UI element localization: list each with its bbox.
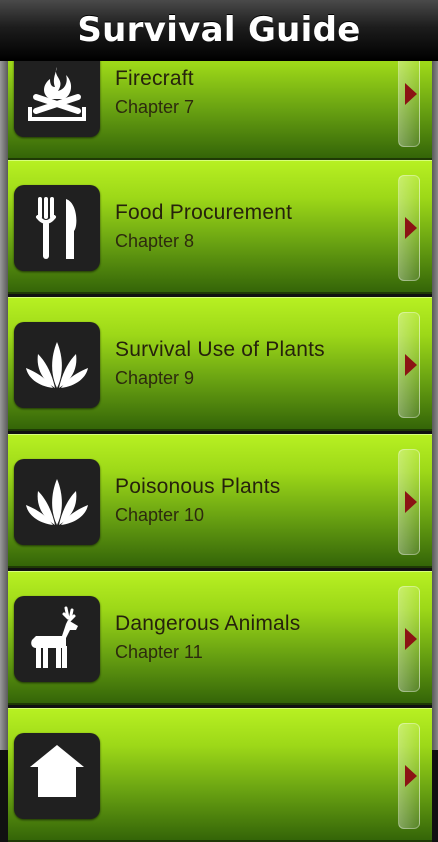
nav-bar: Survival Guide bbox=[0, 0, 438, 61]
chapter-number: Chapter 9 bbox=[115, 368, 195, 388]
plant-icon bbox=[14, 322, 100, 408]
chapter-title: Firecraft bbox=[115, 67, 194, 90]
house-icon bbox=[14, 733, 100, 819]
fork-knife-icon bbox=[14, 185, 100, 271]
chevron-right-icon bbox=[404, 83, 417, 105]
chapter-number: Chapter 8 bbox=[115, 231, 195, 251]
chapter-title: Food Procurement bbox=[115, 201, 293, 224]
disclosure-button[interactable] bbox=[398, 175, 420, 281]
disclosure-button[interactable] bbox=[398, 312, 420, 418]
chapter-row-partial[interactable] bbox=[8, 708, 432, 842]
chapter-title: Survival Use of Plants bbox=[115, 338, 325, 361]
fire-icon bbox=[14, 51, 100, 137]
chevron-right-icon bbox=[404, 765, 417, 787]
left-edge-rail bbox=[0, 0, 8, 750]
disclosure-button[interactable] bbox=[398, 586, 420, 692]
chapter-row-survival-use-of-plants[interactable]: Survival Use of Plants Chapter 9 bbox=[8, 297, 432, 431]
right-edge-rail bbox=[432, 0, 438, 750]
chapter-title: Poisonous Plants bbox=[115, 475, 281, 498]
chevron-right-icon bbox=[404, 217, 417, 239]
disclosure-button[interactable] bbox=[398, 449, 420, 555]
chevron-right-icon bbox=[404, 354, 417, 376]
deer-icon bbox=[14, 596, 100, 682]
disclosure-button[interactable] bbox=[398, 723, 420, 829]
chapter-number: Chapter 11 bbox=[115, 642, 203, 662]
chevron-right-icon bbox=[404, 491, 417, 513]
chapter-number: Chapter 7 bbox=[115, 97, 195, 117]
chapter-row-dangerous-animals[interactable]: Dangerous Animals Chapter 11 bbox=[8, 571, 432, 705]
page-title: Survival Guide bbox=[77, 10, 361, 50]
chevron-right-icon bbox=[404, 628, 417, 650]
chapter-row-food-procurement[interactable]: Food Procurement Chapter 8 bbox=[8, 160, 432, 294]
chapter-title: Dangerous Animals bbox=[115, 612, 301, 635]
plant-icon bbox=[14, 459, 100, 545]
chapter-number: Chapter 10 bbox=[115, 505, 205, 525]
chapter-row-poisonous-plants[interactable]: Poisonous Plants Chapter 10 bbox=[8, 434, 432, 568]
